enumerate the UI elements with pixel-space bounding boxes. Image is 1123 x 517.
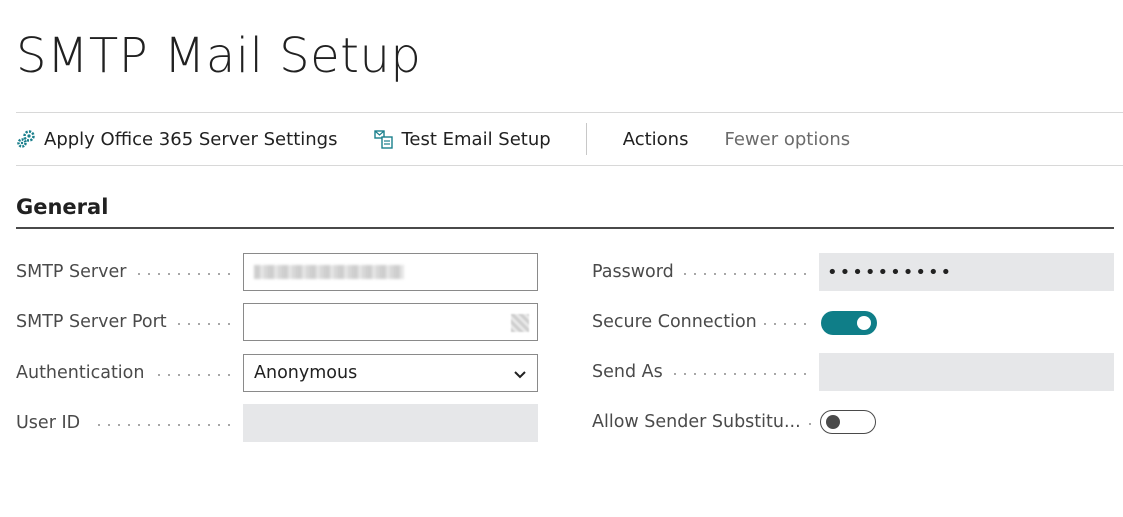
test-email-setup-button[interactable]: Test Email Setup — [373, 128, 551, 150]
port-value-redacted — [511, 314, 529, 332]
page-title: SMTP Mail Setup — [16, 28, 422, 84]
actions-menu-button[interactable]: Actions — [623, 129, 689, 150]
test-email-setup-label: Test Email Setup — [401, 128, 551, 150]
fewer-options-button[interactable]: Fewer options — [724, 129, 850, 150]
user-id-label: User ID — [16, 413, 81, 433]
smtp-server-port-label: SMTP Server Port — [16, 312, 167, 332]
label-dots — [760, 323, 810, 325]
smtp-server-label: SMTP Server — [16, 262, 127, 282]
label-dots — [174, 323, 234, 325]
gears-icon — [17, 130, 35, 148]
email-test-icon — [374, 130, 394, 149]
password-input[interactable]: •••••••••• — [819, 253, 1114, 291]
secure-connection-toggle[interactable] — [821, 311, 877, 335]
apply-office365-settings-label: Apply Office 365 Server Settings — [44, 128, 338, 150]
allow-sender-substitution-label: Allow Sender Substitu... — [592, 412, 801, 432]
label-dots — [805, 423, 813, 425]
secure-connection-label: Secure Connection — [592, 312, 757, 332]
send-as-input[interactable] — [819, 353, 1114, 391]
label-dots — [94, 424, 234, 426]
apply-office365-settings-button[interactable]: Apply Office 365 Server Settings — [16, 128, 337, 150]
label-dots — [670, 373, 810, 375]
chevron-down-icon — [514, 371, 526, 379]
toggle-knob — [857, 316, 871, 330]
user-id-input[interactable] — [243, 404, 538, 442]
authentication-label: Authentication — [16, 363, 145, 383]
label-dots — [154, 374, 234, 376]
smtp-server-value-redacted — [254, 265, 404, 279]
send-as-label: Send As — [592, 362, 663, 382]
smtp-server-input[interactable] — [243, 253, 538, 291]
password-label: Password — [592, 262, 674, 282]
section-title-general[interactable]: General — [16, 195, 108, 219]
action-bar: Apply Office 365 Server Settings Test Em… — [16, 112, 1123, 166]
authentication-select[interactable]: Anonymous — [243, 354, 538, 392]
action-divider — [585, 123, 587, 155]
label-dots — [134, 273, 234, 275]
allow-sender-substitution-toggle[interactable] — [820, 410, 876, 434]
authentication-value: Anonymous — [254, 363, 358, 383]
toggle-knob — [826, 415, 840, 429]
section-divider — [16, 227, 1114, 229]
smtp-server-port-input[interactable] — [243, 303, 538, 341]
label-dots — [680, 273, 810, 275]
